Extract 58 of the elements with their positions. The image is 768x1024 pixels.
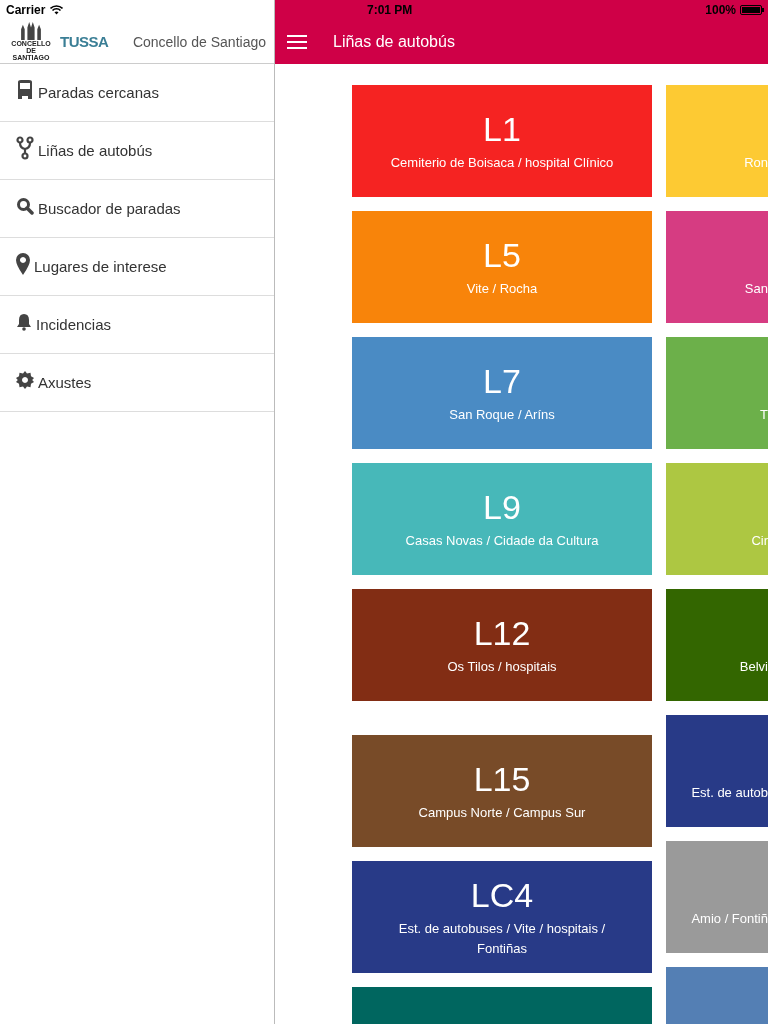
menu-item[interactable]: Paradas cercanas bbox=[0, 64, 274, 122]
battery-label: 100% bbox=[705, 3, 736, 17]
menu-label: Liñas de autobús bbox=[38, 142, 153, 159]
bell-icon bbox=[16, 312, 32, 331]
menu-item[interactable]: Buscador de paradas bbox=[0, 180, 274, 238]
route-name: Os Tilos / hospitais bbox=[447, 658, 557, 676]
line-tile[interactable]: Belvi bbox=[666, 589, 768, 701]
route-name: Belvi bbox=[739, 658, 768, 676]
line-tile[interactable]: Est. de autob bbox=[666, 715, 768, 827]
menu-item[interactable]: Liñas de autobús bbox=[0, 122, 274, 180]
building-icon bbox=[18, 22, 44, 40]
route-icon bbox=[16, 135, 34, 160]
battery-icon bbox=[740, 5, 764, 15]
brand-logo: TUSSA bbox=[60, 33, 109, 50]
line-tile[interactable]: L1 Cemiterio de Boisaca / hospital Clínico bbox=[352, 85, 652, 197]
route-name: Casas Novas / Cidade da Cultura bbox=[405, 532, 599, 550]
menu-item[interactable]: Incidencias bbox=[0, 296, 274, 354]
route-name: Vite / Rocha bbox=[466, 280, 538, 298]
menu-icon bbox=[287, 34, 307, 50]
route-name: Cir bbox=[751, 532, 768, 550]
route-name: Amio / Fontiñ bbox=[691, 910, 768, 928]
pin-icon bbox=[16, 252, 30, 275]
menu-button[interactable] bbox=[285, 32, 309, 52]
line-code: LC4 bbox=[470, 875, 534, 915]
line-code: L1 bbox=[483, 109, 521, 149]
line-tile[interactable]: LC4 Est. de autobuses / Vite / hospitais / Fontiñas bbox=[352, 861, 652, 973]
search-icon bbox=[16, 196, 34, 215]
line-code: L9 bbox=[483, 487, 521, 527]
route-name: San Roque / Aríns bbox=[449, 406, 555, 424]
route-name: Est. de autob bbox=[691, 784, 768, 802]
status-time: 7:01 PM bbox=[367, 3, 413, 17]
menu-item[interactable]: Lugares de interese bbox=[0, 238, 274, 296]
menu-label: Axustes bbox=[38, 374, 92, 391]
menu-label: Buscador de paradas bbox=[38, 200, 181, 217]
line-tile[interactable]: San bbox=[666, 211, 768, 323]
line-tile[interactable]: L15 Campus Norte / Campus Sur bbox=[352, 735, 652, 847]
bus-icon bbox=[16, 79, 34, 100]
menu-item[interactable]: Axustes bbox=[0, 354, 274, 412]
menu-label: Paradas cercanas bbox=[38, 84, 159, 101]
menu-label: Lugares de interese bbox=[34, 258, 167, 275]
line-code: L5 bbox=[483, 235, 521, 275]
route-name: Est. de autobuses / Vite / hospitais / Fontiñas bbox=[397, 920, 607, 958]
line-tile[interactable]: L7 San Roque / Aríns bbox=[352, 337, 652, 449]
route-name: T bbox=[760, 406, 768, 424]
sidebar-title: Concello de Santiago bbox=[132, 33, 266, 50]
page-title: Liñas de autobús bbox=[333, 33, 455, 51]
line-tile[interactable]: L12 Os Tilos / hospitais bbox=[352, 589, 652, 701]
route-name: San bbox=[744, 280, 768, 298]
route-name: Ron bbox=[744, 154, 768, 172]
wifi-icon bbox=[50, 5, 64, 15]
line-code: L7 bbox=[483, 361, 521, 401]
route-name: Cemiterio de Boisaca / hospital Clínico bbox=[390, 154, 614, 172]
line-code: L12 bbox=[473, 613, 531, 653]
line-code: L15 bbox=[473, 759, 531, 799]
gear-icon bbox=[16, 370, 34, 389]
route-name: Campus Norte / Campus Sur bbox=[418, 804, 586, 822]
menu-label: Incidencias bbox=[36, 316, 112, 333]
carrier-label: Carrier bbox=[6, 3, 46, 17]
